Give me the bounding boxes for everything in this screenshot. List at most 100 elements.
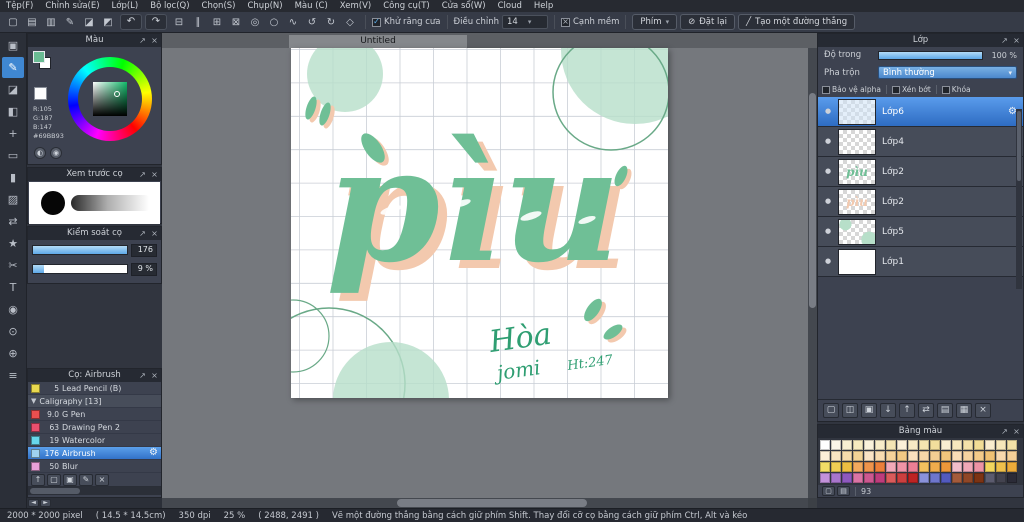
color-mode-button[interactable]: ◐ [34, 147, 46, 159]
eraser-mode-icon[interactable]: ◪ [80, 14, 98, 30]
snap-curve-icon[interactable]: ∿ [284, 14, 302, 30]
palette-swatch[interactable] [996, 473, 1006, 483]
protect-alpha-checkbox[interactable] [822, 85, 830, 94]
palette-swatch[interactable] [908, 473, 918, 483]
palette-swatch[interactable] [974, 462, 984, 472]
palette-swatch[interactable] [897, 440, 907, 450]
palette-swatch[interactable] [842, 451, 852, 461]
snap-radial-icon[interactable]: ◎ [246, 14, 264, 30]
palette-swatch[interactable] [831, 440, 841, 450]
palette-swatch[interactable] [930, 451, 940, 461]
palette-swatch[interactable] [831, 451, 841, 461]
visibility-icon[interactable]: ● [824, 108, 832, 115]
select-mode-icon[interactable]: ◩ [99, 14, 117, 30]
palette-swatch[interactable] [941, 440, 951, 450]
visibility-icon[interactable]: ● [824, 168, 832, 175]
adjust-dropdown[interactable]: 14 ▾ [501, 15, 548, 29]
move-tool[interactable]: + [2, 123, 24, 144]
gradient-tool[interactable]: ▨ [2, 189, 24, 210]
menu-item-9[interactable]: Công cụ(T) [377, 1, 436, 11]
palette-swatch[interactable] [886, 462, 896, 472]
reset-button[interactable]: ⊘ Đặt lại [680, 14, 735, 30]
menu-item-1[interactable]: Tệp(F) [0, 1, 39, 11]
palette-swatch[interactable] [952, 440, 962, 450]
palette-swatch[interactable] [853, 462, 863, 472]
frame-tool[interactable]: ▣ [2, 35, 24, 56]
palette-swatch[interactable] [875, 462, 885, 472]
palette-swatch[interactable] [930, 462, 940, 472]
palette-swatch[interactable] [908, 451, 918, 461]
menu-item-5[interactable]: Chọn(S) [196, 1, 242, 11]
current-color-swatch[interactable] [34, 87, 47, 100]
canvas-document[interactable]: pìu pìu Hòa jomi Ht:247 [291, 48, 668, 398]
popout-icon[interactable]: ↗ [1000, 36, 1009, 45]
palette-swatch[interactable] [864, 462, 874, 472]
color-panel-header[interactable]: Màu ↗ × [28, 34, 161, 47]
palette-swatch[interactable] [963, 473, 973, 483]
palette-swatch[interactable] [853, 451, 863, 461]
palette-swatch[interactable] [820, 451, 830, 461]
palette-swatch[interactable] [941, 462, 951, 472]
move-layer-up-button[interactable]: ↑ [899, 403, 915, 418]
palette-swatch[interactable] [996, 462, 1006, 472]
add-folder-button[interactable]: ▣ [861, 403, 877, 418]
scrollbar-thumb[interactable] [30, 488, 80, 494]
snap-vanishing-point-icon[interactable]: ⊠ [227, 14, 245, 30]
brush-item-row[interactable]: 63 Drawing Pen 2 [28, 421, 161, 434]
dock-scrollbar[interactable]: ◄ ► [27, 498, 162, 508]
palette-menu-button[interactable]: ▤ [837, 486, 850, 496]
palette-swatch[interactable] [842, 440, 852, 450]
palette-swatch[interactable] [853, 473, 863, 483]
key-button[interactable]: Phím ▾ [632, 14, 678, 30]
scrollbar-thumb[interactable] [1017, 111, 1021, 181]
saturation-value-box[interactable] [93, 82, 127, 116]
palette-swatch[interactable] [864, 440, 874, 450]
palette-swatch[interactable] [952, 473, 962, 483]
palette-swatch[interactable] [974, 473, 984, 483]
new-file-icon[interactable]: ▢ [4, 14, 22, 30]
brush-list-scrollbar[interactable] [28, 487, 161, 495]
palette-swatch[interactable] [886, 440, 896, 450]
palette-swatch[interactable] [919, 473, 929, 483]
palette-panel-header[interactable]: Bảng màu ↗ × [818, 425, 1023, 438]
layer-row[interactable]: ● Lớp6 ⚙ [818, 97, 1023, 127]
palette-swatch[interactable] [842, 462, 852, 472]
import-layer-button[interactable]: ▤ [937, 403, 953, 418]
palette-swatch[interactable] [974, 451, 984, 461]
popout-icon[interactable]: ↗ [138, 371, 147, 380]
add-brush-button[interactable]: ▢ [47, 473, 61, 486]
text-tool[interactable]: T [2, 277, 24, 298]
undo-button[interactable]: ↶ [120, 14, 142, 30]
material-button[interactable]: ▦ [956, 403, 972, 418]
open-file-icon[interactable]: ▤ [23, 14, 41, 30]
palette-swatch[interactable] [963, 451, 973, 461]
select-pen-tool[interactable]: ✂ [2, 255, 24, 276]
snap-parallel-icon[interactable]: ∥ [189, 14, 207, 30]
popout-icon[interactable]: ↗ [138, 170, 147, 179]
palette-swatch[interactable] [985, 451, 995, 461]
palette-swatch[interactable] [996, 451, 1006, 461]
palette-swatch[interactable] [1007, 451, 1017, 461]
sv-selector[interactable] [114, 91, 120, 97]
palette-swatch[interactable] [985, 473, 995, 483]
scroll-left-icon[interactable]: ◄ [28, 499, 39, 507]
palette-swatch[interactable] [952, 451, 962, 461]
layer-row[interactable]: ● Lớp1 [818, 247, 1023, 277]
palette-swatch[interactable] [963, 462, 973, 472]
merge-down-button[interactable]: ↓ [880, 403, 896, 418]
palette-swatch[interactable] [974, 440, 984, 450]
gear-icon[interactable]: ⚙ [149, 448, 158, 458]
layers-panel-header[interactable]: Lớp ↗ × [818, 34, 1023, 47]
bucket-tool[interactable]: ▮ [2, 167, 24, 188]
palette-swatch[interactable] [820, 462, 830, 472]
scrollbar-thumb[interactable] [397, 499, 587, 507]
palette-swatch[interactable] [842, 473, 852, 483]
blend-mode-select[interactable]: Bình thường ▾ [878, 66, 1017, 79]
canvas-horizontal-scrollbar[interactable] [162, 498, 808, 508]
add-color-button[interactable]: ▢ [822, 486, 835, 496]
palette-swatch[interactable] [831, 462, 841, 472]
palette-swatch[interactable] [930, 473, 940, 483]
palette-swatch[interactable] [864, 473, 874, 483]
palette-swatch[interactable] [875, 440, 885, 450]
clipping-checkbox[interactable] [891, 85, 900, 94]
